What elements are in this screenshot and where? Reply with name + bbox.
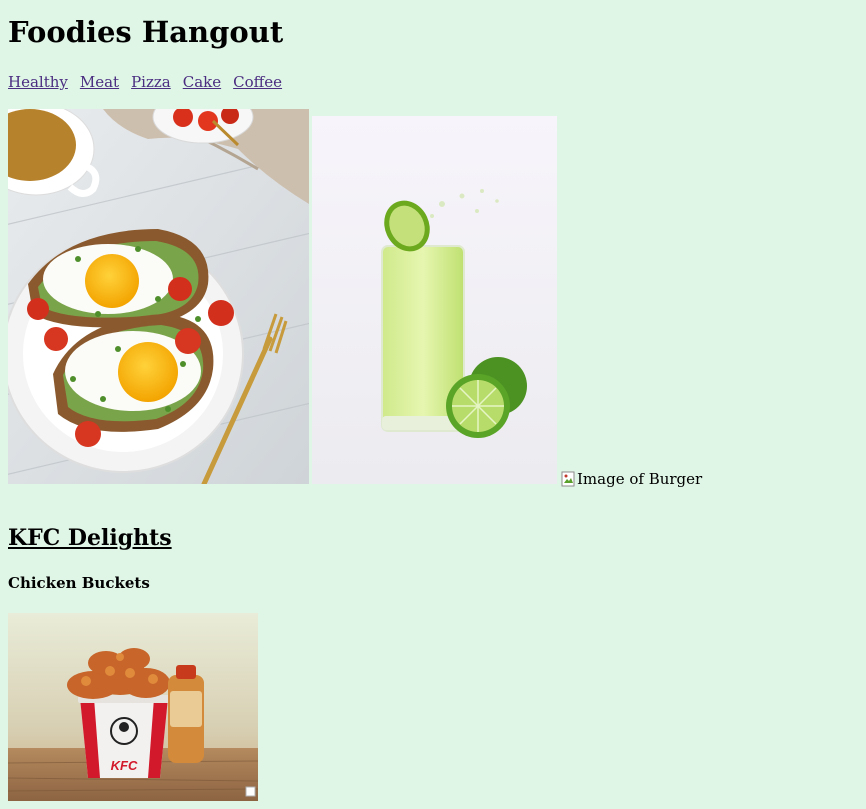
section-title: KFC Delights [8, 525, 172, 551]
nav-link-cake[interactable]: Cake [183, 72, 221, 92]
image-gallery: Image of Burger [8, 109, 858, 489]
burger-image-alt-text: Image of Burger [577, 470, 703, 488]
lime-drink-illustration [312, 116, 557, 484]
chicken-bucket-illustration: KFC [8, 613, 258, 801]
nav-link-coffee[interactable]: Coffee [233, 72, 282, 92]
lime-drink-image [312, 116, 557, 484]
page: Foodies Hangout Healthy Meat Pizza Cake … [8, 0, 858, 809]
breakfast-toast-illustration [8, 109, 309, 484]
chicken-bucket-image: KFC [8, 613, 258, 801]
burger-image-broken: Image of Burger [561, 470, 702, 488]
broken-image-icon [561, 471, 575, 487]
nav-link-meat[interactable]: Meat [80, 72, 119, 92]
bucket-brand-text: KFC [111, 758, 138, 773]
site-title: Foodies Hangout [8, 15, 284, 49]
nav-link-healthy[interactable]: Healthy [8, 72, 68, 92]
nav-link-pizza[interactable]: Pizza [131, 72, 171, 92]
section-subtitle: Chicken Buckets [8, 574, 150, 592]
category-nav: Healthy Meat Pizza Cake Coffee [8, 72, 282, 92]
breakfast-toast-image [8, 109, 309, 484]
